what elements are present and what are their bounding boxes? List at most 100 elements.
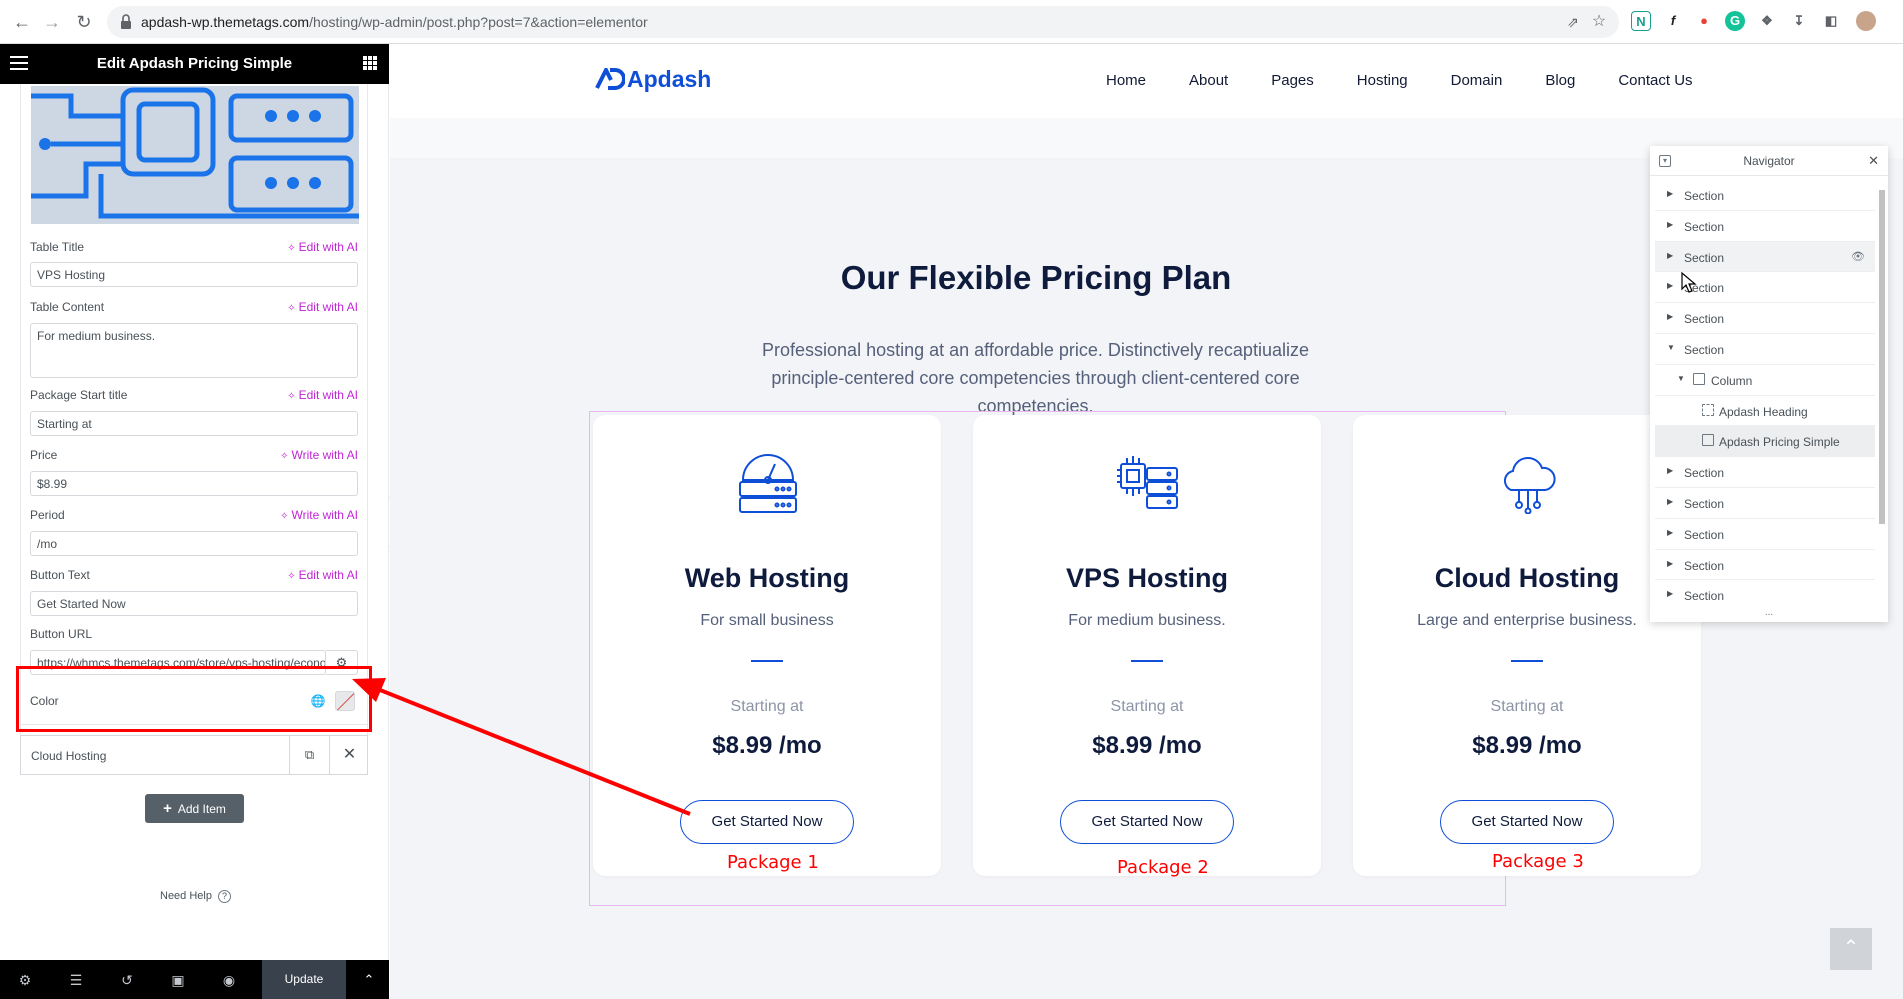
extension-color-icon[interactable]: ● [1694, 11, 1714, 31]
price-period: /mo [779, 732, 822, 759]
extension-font-icon[interactable]: f [1663, 11, 1683, 31]
navigator-row-section[interactable]: ▶ Section [1655, 180, 1875, 211]
card-start-label: Starting at [1110, 698, 1184, 715]
navigator-row-section[interactable]: ▶ Section 👁 [1655, 241, 1875, 273]
navigator-row-section-expanded[interactable]: ▼ Section [1655, 334, 1875, 365]
sidepanel-icon[interactable]: ◧ [1821, 11, 1841, 31]
get-started-button[interactable]: Get Started Now [680, 800, 854, 844]
share-icon[interactable]: ⇗ [1561, 10, 1585, 34]
navigator-row-section[interactable]: ▶ Section [1655, 457, 1875, 488]
nav-pages[interactable]: Pages [1271, 72, 1314, 89]
card-divider [751, 660, 783, 662]
responsive-mode-icon[interactable]: ▣ [167, 970, 189, 990]
card-subtitle: Large and enterprise business. [1417, 612, 1637, 629]
chevron-up-icon[interactable]: ⌃ [354, 970, 384, 990]
panel-title: Edit Apdash Pricing Simple [96, 55, 293, 72]
address-bar[interactable]: apdash-wp.themetags.com/hosting/wp-admin… [107, 6, 1619, 38]
card-title: VPS Hosting [1065, 563, 1228, 593]
button-text-label: Button Text [30, 568, 90, 582]
extension-n-icon[interactable]: N [1631, 11, 1651, 31]
column-icon [1693, 372, 1705, 385]
ai-sparkle-icon: ✧ [287, 243, 296, 254]
reload-icon[interactable]: ↻ [72, 10, 96, 34]
panel-header: Edit Apdash Pricing Simple [0, 44, 389, 84]
package-start-ai-link[interactable]: ✧ Edit with AI [287, 388, 358, 402]
server-illustration [31, 86, 359, 224]
navigator-row-apdash-heading[interactable]: Apdash Heading [1655, 396, 1875, 427]
url-text: apdash-wp.themetags.com/hosting/wp-admin… [141, 14, 648, 30]
global-colors-icon[interactable]: 🌐 [310, 693, 326, 709]
site-nav: Home About Pages Hosting Domain Blog Con… [1106, 72, 1736, 89]
divider [20, 724, 368, 725]
period-input[interactable]: /mo [30, 531, 358, 556]
ai-link-label: Write with AI [291, 508, 358, 522]
color-picker-swatch[interactable] [335, 691, 355, 711]
navigator-scrollbar[interactable] [1878, 180, 1886, 604]
navigator-title: Navigator [1743, 154, 1795, 168]
nav-contact[interactable]: Contact Us [1618, 72, 1692, 89]
button-text-input[interactable]: Get Started Now [30, 591, 358, 616]
price-ai-link[interactable]: ✧ Write with AI [280, 448, 358, 462]
scroll-to-top-button[interactable]: ⌃ [1830, 928, 1872, 970]
navigator-layers-icon[interactable]: ☰ [65, 970, 87, 990]
table-content-textarea[interactable]: For medium business. [30, 323, 358, 378]
repeater-item-cloud-hosting[interactable]: Cloud Hosting ⧉ ✕ [20, 735, 368, 775]
button-text-ai-link[interactable]: ✧ Edit with AI [287, 568, 358, 582]
update-button[interactable]: Update [262, 960, 346, 999]
row-label: Section [1684, 496, 1725, 511]
profile-avatar[interactable] [1856, 11, 1876, 31]
navigator-row-section[interactable]: ▶ Section [1655, 303, 1875, 334]
plus-icon: + [163, 800, 172, 817]
back-icon[interactable]: ← [10, 10, 34, 34]
widgets-grid-icon[interactable] [363, 56, 377, 70]
card-subtitle: For medium business. [1068, 612, 1226, 629]
package-start-input[interactable]: Starting at [30, 411, 358, 436]
caret-right-icon: ▶ [1667, 466, 1674, 476]
table-title-input[interactable]: VPS Hosting [30, 262, 358, 287]
history-icon[interactable]: ↺ [116, 970, 138, 990]
need-help-label: Need Help [160, 890, 212, 902]
navigator-resize-handle[interactable]: ... [1650, 608, 1888, 618]
table-title-ai-link[interactable]: ✧ Edit with AI [287, 240, 358, 254]
settings-gear-icon[interactable]: ⚙ [14, 970, 36, 990]
navigator-row-apdash-pricing-simple[interactable]: Apdash Pricing Simple [1655, 426, 1875, 458]
table-content-ai-link[interactable]: ✧ Edit with AI [287, 300, 358, 314]
forward-icon[interactable]: → [40, 10, 64, 34]
nav-home[interactable]: Home [1106, 72, 1146, 89]
price-period: /mo [1539, 732, 1582, 759]
preview-eye-icon[interactable]: ◉ [218, 970, 240, 990]
navigator-row-section[interactable]: ▶ Section [1655, 519, 1875, 550]
row-label: Section [1684, 527, 1725, 542]
nav-about[interactable]: About [1189, 72, 1228, 89]
extensions-puzzle-icon[interactable]: ❖ [1757, 11, 1777, 31]
period-ai-link[interactable]: ✧ Write with AI [280, 508, 358, 522]
need-help-link[interactable]: Need Help? [160, 890, 231, 903]
navigator-row-column[interactable]: ▼ Column [1655, 365, 1875, 396]
duplicate-icon[interactable]: ⧉ [289, 736, 329, 774]
row-label: Section [1684, 250, 1725, 265]
scrollbar-thumb[interactable] [1879, 190, 1885, 524]
nav-hosting[interactable]: Hosting [1357, 72, 1408, 89]
nav-domain[interactable]: Domain [1451, 72, 1503, 89]
navigator-row-section[interactable]: ▶ Section [1655, 211, 1875, 242]
get-started-button[interactable]: Get Started Now [1060, 800, 1234, 844]
add-item-button[interactable]: + Add Item [145, 794, 244, 823]
price-value: $8.99 [712, 732, 773, 759]
nav-blog[interactable]: Blog [1545, 72, 1575, 89]
price-input[interactable]: $8.99 [30, 471, 358, 496]
bookmark-star-icon[interactable]: ☆ [1587, 10, 1611, 34]
download-icon[interactable]: ↧ [1789, 11, 1809, 31]
price-period: /mo [1159, 732, 1202, 759]
close-icon[interactable]: ✕ [1868, 153, 1879, 169]
get-started-button[interactable]: Get Started Now [1440, 800, 1614, 844]
section-description: Professional hosting at an affordable pr… [762, 340, 1309, 416]
navigator-row-section[interactable]: ▶ Section [1655, 488, 1875, 519]
visibility-eye-icon[interactable]: 👁 [1851, 250, 1865, 263]
caret-right-icon: ▶ [1667, 496, 1674, 506]
extension-grammar-icon[interactable]: G [1725, 11, 1745, 31]
navigator-panel: ▾ Navigator ✕ ▶ Section ▶ Section ▶ Section… [1650, 146, 1888, 622]
price-value: $8.99 [1472, 732, 1533, 759]
remove-icon[interactable]: ✕ [329, 736, 369, 774]
navigator-row-section[interactable]: ▶ Section [1655, 550, 1875, 581]
site-logo[interactable]: Apdash [595, 66, 711, 93]
